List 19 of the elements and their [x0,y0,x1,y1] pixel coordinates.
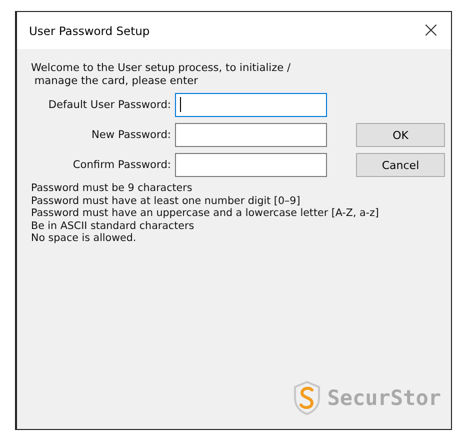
rule-text: No space is allowed. [31,232,138,244]
ok-button[interactable]: OK [356,123,445,147]
rule-text: Be in ASCII standard characters [31,220,196,232]
cancel-button[interactable]: Cancel [356,153,445,177]
field-label: New Password: [90,129,171,141]
logo-text: SecurStor [327,386,441,410]
shield-logo-icon [292,380,322,416]
password-field[interactable] [175,153,327,177]
password-field[interactable] [175,123,327,147]
password-field[interactable] [175,93,327,117]
close-button[interactable]: × [411,12,451,49]
text-cursor [180,97,181,112]
field-label: Confirm Password: [72,159,171,171]
intro-text: Welcome to the User setup process, to initialize / manage the card, please enter [31,62,292,88]
window-title: User Password Setup [29,24,150,38]
rule-text: Password must have an uppercase and a lowercase letter [A-Z, a-z] [31,207,380,220]
rule-text: Password must be 9 characters [31,182,194,194]
rule-text: Password must have at least one number digit [0–9] [31,194,302,207]
field-label: Default User Password: [47,99,171,111]
